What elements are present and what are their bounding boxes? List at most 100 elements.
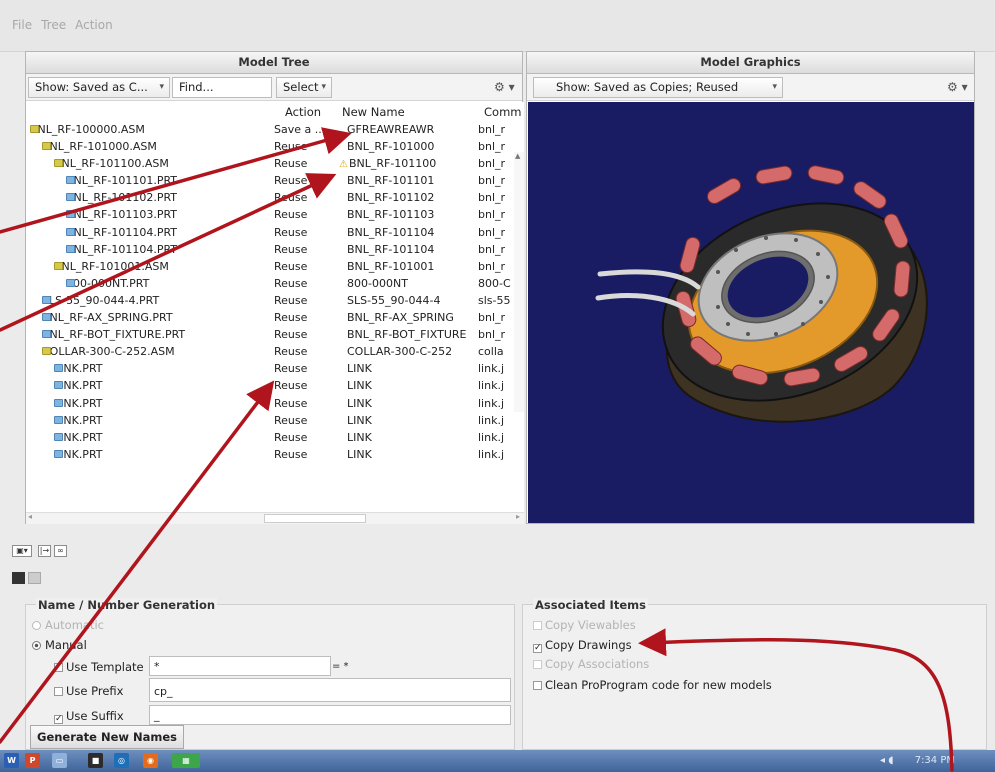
volume-icon[interactable]: ◂ ◖ [880,755,893,766]
new-name-cell[interactable]: ⚠BNL_RF-101100 [339,157,436,170]
select-dropdown[interactable]: Select ▾ [276,77,332,98]
new-name-cell[interactable]: SLS-55_90-044-4 [347,294,441,307]
firefox-icon[interactable]: ◉ [143,753,158,768]
tree-node-cell[interactable]: LINK.PRT [54,397,103,410]
action-cell[interactable]: Reuse [274,311,307,324]
generate-new-names-button[interactable]: Generate New Names [30,725,185,749]
menu-tree[interactable]: Tree [41,18,66,32]
tree-row[interactable]: BNL_RF-100000.ASM Save a ... GFREAWREAWR bn… [26,121,524,138]
tree-row[interactable]: LINK.PRT Reuse LINK link.j [26,446,524,463]
tree-node-cell[interactable]: LINK.PRT [54,431,103,444]
comment-cell[interactable]: bnl_r [478,174,505,187]
tree-node-cell[interactable]: LINK.PRT [54,379,103,392]
comment-cell[interactable]: sls-55 [478,294,510,307]
tree-node-cell[interactable]: ▾COLLAR-300-C-252.ASM [42,345,175,358]
scroll-right-icon[interactable]: ▸ [516,512,520,521]
tree-row[interactable]: BNL_RF-AX_SPRING.PRT Reuse BNL_RF-AX_SPRIN… [26,309,524,326]
tree-node-cell[interactable]: BNL_RF-101102.PRT [66,191,177,204]
link-button[interactable]: ∞ [54,545,67,557]
comment-cell[interactable]: bnl_r [478,260,505,273]
use-suffix-checkbox[interactable]: ✓ Use Suffix [54,709,124,724]
stop-button[interactable] [12,572,25,584]
graphics-settings-icon[interactable]: ⚙ ▾ [947,80,968,94]
comment-cell[interactable]: link.j [478,397,504,410]
tree-horizontal-scrollbar[interactable]: ◂ ▸ [26,512,524,524]
copy-drawings-checkbox[interactable]: ✓ Copy Drawings [533,638,632,653]
tree-node-cell[interactable]: LINK.PRT [54,448,103,461]
new-name-cell[interactable]: BNL_RF-101001 [347,260,434,273]
comment-cell[interactable]: bnl_r [478,311,505,324]
browser-icon[interactable]: ◎ [114,753,129,768]
action-cell[interactable]: Reuse [274,294,307,307]
new-name-cell[interactable]: BNL_RF-101104 [347,226,434,239]
col-new-name[interactable]: New Name [342,105,405,119]
template-field[interactable]: * [149,656,331,676]
action-cell[interactable]: Reuse [274,243,307,256]
suffix-field[interactable]: _ [149,705,511,725]
action-cell[interactable]: Reuse [274,397,307,410]
comment-cell[interactable]: link.j [478,379,504,392]
comment-cell[interactable]: link.j [478,448,504,461]
model-graphics-viewport[interactable] [528,102,974,523]
new-name-cell[interactable]: 800-000NT [347,277,408,290]
comment-cell[interactable]: bnl_r [478,140,505,153]
tree-node-cell[interactable]: BNL_RF-101104.PRT [66,226,177,239]
comment-cell[interactable]: bnl_r [478,208,505,221]
new-name-cell[interactable]: COLLAR-300-C-252 [347,345,452,358]
tree-node-cell[interactable]: LINK.PRT [54,414,103,427]
tree-node-cell[interactable]: BNL_RF-101101.PRT [66,174,177,187]
window-icon[interactable]: ▭ [52,753,67,768]
action-cell[interactable]: Reuse [274,191,307,204]
comment-cell[interactable]: bnl_r [478,191,505,204]
action-cell[interactable]: Reuse [274,379,307,392]
tree-node-cell[interactable]: BNL_RF-100000.ASM [30,123,145,136]
word-icon[interactable]: W [4,753,19,768]
new-name-cell[interactable]: LINK [347,362,372,375]
comment-cell[interactable]: bnl_r [478,243,505,256]
tree-settings-icon[interactable]: ⚙ ▾ [494,80,515,94]
tree-row[interactable]: BNL_RF-101103.PRT Reuse BNL_RF-101103 bnl_r [26,206,524,223]
scroll-left-icon[interactable]: ◂ [28,512,32,521]
action-cell[interactable]: Reuse [274,226,307,239]
app-dark-icon[interactable]: ■ [88,753,103,768]
tree-node-cell[interactable]: SLS-55_90-044-4.PRT [42,294,159,307]
col-comment[interactable]: Comm [484,105,521,119]
new-name-cell[interactable]: LINK [347,379,372,392]
tree-node-cell[interactable]: BNL_RF-BOT_FIXTURE.PRT [42,328,185,341]
action-cell[interactable]: Reuse [274,448,307,461]
action-cell[interactable]: Reuse [274,260,307,273]
action-cell[interactable]: Reuse [274,431,307,444]
new-name-cell[interactable]: LINK [347,397,372,410]
menu-file[interactable]: File [12,18,32,32]
action-cell[interactable]: Save a ... [274,123,325,136]
tree-node-cell[interactable]: BNL_RF-AX_SPRING.PRT [42,311,173,324]
find-input[interactable]: Find... [172,77,272,98]
action-cell[interactable]: Reuse [274,174,307,187]
action-cell[interactable]: Reuse [274,362,307,375]
comment-cell[interactable]: bnl_r [478,226,505,239]
comment-cell[interactable]: bnl_r [478,328,505,341]
scroll-thumb[interactable] [264,514,366,523]
view-mode-button[interactable]: ▣▾ [12,545,32,557]
automatic-radio[interactable]: Automatic [32,618,104,632]
tree-row[interactable]: ▾BNL_RF-101001.ASM Reuse BNL_RF-101001 bnl_… [26,258,524,275]
tree-row[interactable]: LINK.PRT Reuse LINK link.j [26,377,524,394]
tree-node-cell[interactable]: LINK.PRT [54,362,103,375]
new-name-cell[interactable]: BNL_RF-101102 [347,191,434,204]
clean-proprogram-checkbox[interactable]: Clean ProProgram code for new models [533,678,772,692]
tree-row[interactable]: LINK.PRT Reuse LINK link.j [26,412,524,429]
action-cell[interactable]: Reuse [274,328,307,341]
tree-node-cell[interactable]: BNL_RF-101103.PRT [66,208,177,221]
graphics-show-dropdown[interactable]: Show: Saved as Copies; Reused ▾ [533,77,783,98]
comment-cell[interactable]: 800-C [478,277,511,290]
tree-row[interactable]: ▾BNL_RF-101100.ASM Reuse ⚠BNL_RF-101100 bnl… [26,155,524,172]
action-cell[interactable]: Reuse [274,277,307,290]
new-name-cell[interactable]: BNL_RF-101101 [347,174,434,187]
comment-cell[interactable]: colla [478,345,504,358]
scroll-up-icon[interactable]: ▲ [515,152,520,160]
comment-cell[interactable]: link.j [478,414,504,427]
use-prefix-checkbox[interactable]: Use Prefix [54,684,123,698]
creo-icon[interactable]: ▦ [172,753,200,768]
action-cell[interactable]: Reuse [274,345,307,358]
new-name-cell[interactable]: LINK [347,448,372,461]
